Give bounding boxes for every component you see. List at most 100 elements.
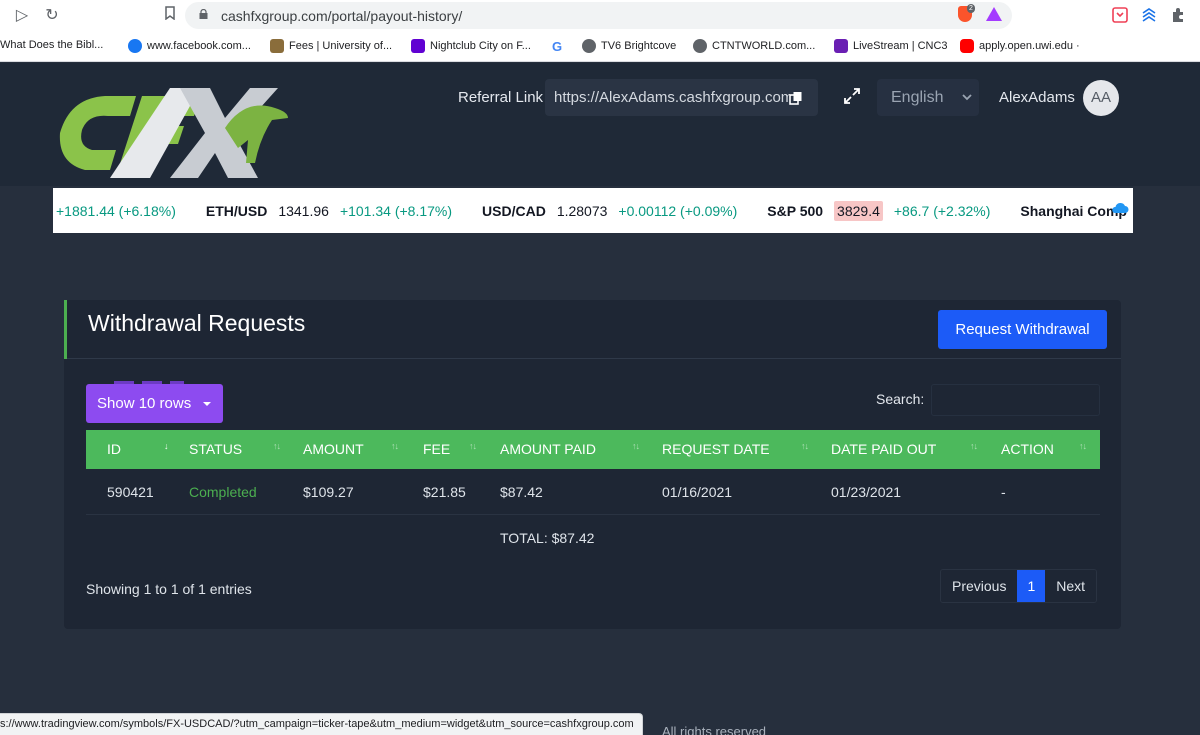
bookmarks-bar: What Does the Bibl... www.facebook.com..…	[0, 33, 1200, 62]
cell-request-date: 01/16/2021	[662, 484, 733, 500]
university-icon	[270, 39, 284, 53]
bookmark-item[interactable]: LiveStream | CNC3	[834, 39, 948, 53]
bookmark-label: apply.open.uwi.edu ·	[979, 40, 1080, 52]
copy-icon[interactable]	[789, 91, 803, 105]
bookmark-item[interactable]: TV6 Brightcove	[582, 39, 676, 53]
column-header-amount[interactable]: AMOUNT	[303, 430, 364, 469]
bookmark-label: CTNTWORLD.com...	[712, 40, 816, 52]
column-header-id[interactable]: ID	[107, 430, 121, 469]
sort-icon[interactable]: ↑↓	[469, 441, 481, 451]
bookmark-item[interactable]: CTNTWORLD.com...	[693, 39, 815, 53]
cell-amount: $109.27	[303, 484, 354, 500]
cell-fee: $21.85	[423, 484, 466, 500]
extension-layers-icon[interactable]	[1141, 7, 1157, 23]
reload-icon[interactable]: ↻	[42, 6, 62, 26]
sort-icon[interactable]: ↓	[164, 441, 176, 451]
table-info: Showing 1 to 1 of 1 entries	[86, 581, 252, 597]
bookmark-label: LiveStream | CNC3	[853, 40, 948, 52]
globe-icon	[693, 39, 707, 53]
sort-icon[interactable]: ↑↓	[273, 441, 285, 451]
ticker-item[interactable]: ETH/USD 1341.96 +101.34 (+8.17%)	[206, 203, 452, 219]
extensions-puzzle-icon[interactable]	[1170, 7, 1186, 23]
total-amount-paid: TOTAL: $87.42	[500, 530, 595, 546]
bookmark-item[interactable]: Fees | University of...	[270, 39, 392, 53]
ticker-price: 1.28073	[556, 202, 608, 219]
bookmark-icon[interactable]	[160, 6, 180, 26]
fullscreen-icon[interactable]	[843, 87, 861, 105]
bookmark-label: Nightclub City on F...	[430, 40, 531, 52]
ticker-item[interactable]: +1881.44 (+6.18%)	[56, 203, 176, 219]
pagination: Previous 1 Next	[940, 569, 1098, 603]
language-value: English	[891, 89, 944, 106]
cell-action: -	[1001, 484, 1006, 500]
globe-icon	[582, 39, 596, 53]
bookmark-item[interactable]: www.facebook.com...	[128, 39, 251, 53]
cell-amount-paid: $87.42	[500, 484, 543, 500]
ticker-change: +101.34 (+8.17%)	[339, 202, 453, 219]
address-bar[interactable]: cashfxgroup.com/portal/payout-history/	[185, 2, 1012, 29]
referral-link-field[interactable]: https://AlexAdams.cashfxgroup.com	[545, 79, 818, 116]
ticker-change: +1881.44 (+6.18%)	[56, 202, 176, 219]
cfx-logo[interactable]	[50, 78, 290, 188]
bookmark-item[interactable]: apply.open.uwi.edu ·	[960, 39, 1080, 53]
brave-rewards-icon[interactable]	[986, 7, 1002, 21]
search-input[interactable]	[931, 384, 1100, 416]
bookmark-item[interactable]: What Does the Bibl...	[0, 39, 103, 51]
bookmark-item[interactable]: G	[552, 39, 562, 54]
ticker-symbol: USD/CAD	[482, 202, 546, 219]
caret-down-icon	[203, 402, 211, 406]
address-url: cashfxgroup.com/portal/payout-history/	[221, 8, 463, 24]
column-header-date-paid-out[interactable]: DATE PAID OUT	[831, 430, 936, 469]
forward-icon[interactable]: ▷	[12, 6, 32, 26]
bookmark-label: What Does the Bibl...	[0, 39, 104, 51]
sort-icon[interactable]: ↑↓	[632, 441, 644, 451]
withdrawal-requests-card: Withdrawal Requests Request Withdrawal S…	[64, 300, 1121, 629]
ticker-item[interactable]: S&P 500 3829.4 +86.7 (+2.32%)	[767, 200, 991, 221]
brave-shield-count: 2	[967, 4, 975, 13]
facebook-icon	[128, 39, 142, 53]
column-header-status[interactable]: STATUS	[189, 430, 242, 469]
pagination-next[interactable]: Next	[1045, 570, 1097, 602]
ticker-symbol: ETH/USD	[205, 202, 268, 219]
card-accent-bar	[64, 300, 67, 359]
ticker-symbol: S&P 500	[767, 202, 824, 219]
footer-text: All rights reserved	[662, 724, 767, 735]
table-row: 590421 Completed $109.27 $21.85 $87.42 0…	[86, 469, 1100, 515]
language-select[interactable]: English	[877, 79, 979, 116]
user-name[interactable]: AlexAdams	[999, 89, 1075, 106]
extension-pocket-icon[interactable]	[1112, 7, 1128, 23]
ticker-change: +86.7 (+2.32%)	[893, 202, 991, 219]
cell-status: Completed	[189, 484, 257, 500]
ticker-change: +0.00112 (+0.09%)	[618, 202, 738, 219]
google-icon: G	[552, 39, 563, 54]
ticker-price: 3829.4	[834, 200, 883, 221]
card-title: Withdrawal Requests	[88, 310, 306, 336]
mail-icon	[834, 39, 848, 53]
avatar[interactable]: AA	[1083, 80, 1119, 116]
show-rows-label: Show 10 rows	[97, 395, 192, 412]
sort-icon[interactable]: ↑↓	[970, 441, 982, 451]
search-label: Search:	[876, 391, 925, 407]
sort-icon[interactable]: ↑↓	[801, 441, 813, 451]
bookmark-item[interactable]: Nightclub City on F...	[411, 39, 531, 53]
ticker-tape: +1881.44 (+6.18%) ETH/USD 1341.96 +101.3…	[53, 188, 1133, 233]
column-header-amount-paid[interactable]: AMOUNT PAID	[500, 430, 596, 469]
bookmark-label: www.facebook.com...	[147, 40, 251, 52]
pagination-previous[interactable]: Previous	[941, 570, 1018, 602]
show-rows-button[interactable]: Show 10 rows	[86, 381, 223, 423]
referral-link-value: https://AlexAdams.cashfxgroup.com	[554, 89, 790, 106]
lock-icon	[199, 9, 208, 19]
sort-icon[interactable]: ↑↓	[391, 441, 403, 451]
tradingview-cloud-icon[interactable]	[1111, 202, 1129, 214]
column-header-action[interactable]: ACTION	[1001, 430, 1054, 469]
bookmark-label: TV6 Brightcove	[601, 40, 677, 52]
browser-status-bar: s://www.tradingview.com/symbols/FX-USDCA…	[0, 713, 643, 735]
yahoo-icon	[411, 39, 425, 53]
ticker-item[interactable]: USD/CAD 1.28073 +0.00112 (+0.09%)	[482, 203, 737, 219]
pagination-page[interactable]: 1	[1017, 570, 1046, 602]
sort-icon[interactable]: ↑↓	[1079, 441, 1091, 451]
column-header-fee[interactable]: FEE	[423, 430, 450, 469]
rows-decoration	[114, 381, 184, 384]
request-withdrawal-button[interactable]: Request Withdrawal	[938, 310, 1107, 349]
column-header-request-date[interactable]: REQUEST DATE	[662, 430, 770, 469]
